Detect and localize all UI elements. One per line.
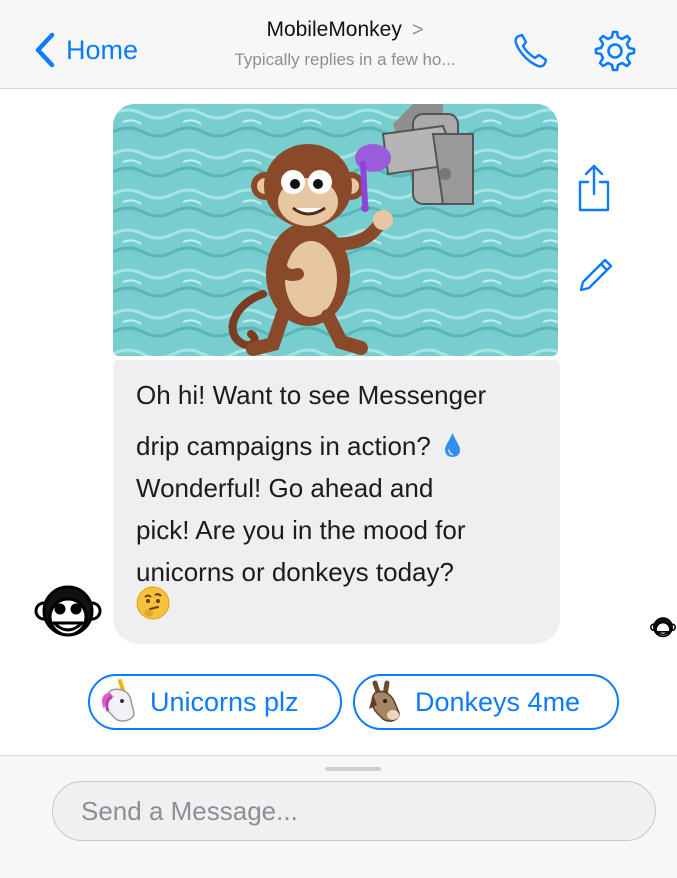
image-card[interactable] xyxy=(113,104,558,356)
message-line: drip campaigns in action? xyxy=(136,431,431,461)
message-text: Oh hi! Want to see Messenger drip campai… xyxy=(136,374,551,593)
back-label: Home xyxy=(66,34,139,65)
unicorn-emoji xyxy=(102,679,135,722)
phone-icon[interactable] xyxy=(510,30,552,72)
message-line: Wonderful! Go ahead and xyxy=(136,473,434,503)
composer xyxy=(0,755,677,878)
message-bubble: Oh hi! Want to see Messenger drip campai… xyxy=(113,360,560,644)
message-line: unicorns or donkeys today? xyxy=(136,557,454,587)
chevron-left-icon xyxy=(35,32,55,68)
monkey-avatar-icon xyxy=(34,585,102,637)
chat-title-area[interactable]: MobileMonkey > Typically replies in a fe… xyxy=(200,18,490,70)
chat-header: Home MobileMonkey > Typically replies in… xyxy=(0,0,677,89)
quick-reply-label: Donkeys 4me xyxy=(415,686,581,717)
chevron-right-icon: > xyxy=(411,18,424,41)
quick-reply-donkeys[interactable]: Donkeys 4me xyxy=(353,674,619,730)
water-drop-icon xyxy=(445,433,461,457)
quick-reply-label: Unicorns plz xyxy=(150,686,299,717)
page-title: MobileMonkey xyxy=(266,18,402,41)
status-subtitle: Typically replies in a few ho... xyxy=(234,50,456,69)
quick-replies: Unicorns plz Donkeys 4me xyxy=(0,674,677,734)
drag-handle[interactable] xyxy=(325,767,381,771)
gear-icon[interactable] xyxy=(594,30,636,72)
donkey-emoji xyxy=(369,680,400,722)
monkey-illustration xyxy=(113,104,558,356)
thinking-face-icon xyxy=(136,586,170,620)
message-input[interactable] xyxy=(52,781,656,841)
quick-reply-unicorns[interactable]: Unicorns plz xyxy=(88,674,342,730)
message-line-with-icon: drip campaigns in action? xyxy=(136,425,551,467)
share-icon[interactable] xyxy=(574,162,614,214)
edit-icon[interactable] xyxy=(575,254,617,296)
message-line: Oh hi! Want to see Messenger xyxy=(136,380,487,410)
back-button[interactable]: Home xyxy=(34,28,138,72)
monkey-avatar-icon xyxy=(650,617,676,638)
message-line: pick! Are you in the mood for xyxy=(136,515,466,545)
